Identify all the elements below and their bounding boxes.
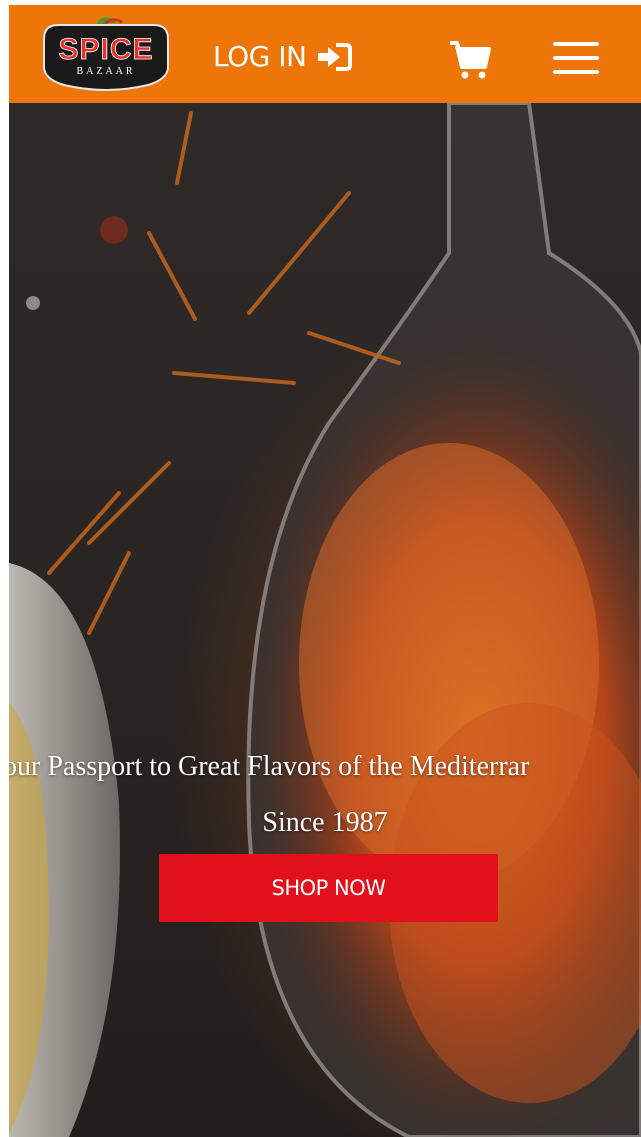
hamburger-menu-icon[interactable] — [553, 40, 599, 76]
logo-word: SPICE — [58, 33, 153, 66]
tagline-container: our Passport to Great Flavors of the Med… — [9, 751, 641, 791]
shopping-cart-icon[interactable] — [448, 40, 492, 80]
hero-banner: our Passport to Great Flavors of the Med… — [9, 103, 641, 1137]
top-nav-bar: SPICE BAZAAR LOG IN — [9, 5, 641, 103]
hero-since-text: Since 1987 — [262, 807, 388, 838]
shop-now-button[interactable]: SHOP NOW — [159, 854, 498, 922]
login-label: LOG IN — [213, 40, 307, 73]
spice-bazaar-logo[interactable]: SPICE BAZAAR — [38, 13, 174, 93]
hero-tagline: our Passport to Great Flavors of the Med… — [9, 751, 530, 782]
login-link[interactable]: LOG IN — [213, 39, 353, 75]
logo-subword: BAZAAR — [76, 66, 135, 77]
hero-background-image — [9, 103, 641, 1137]
sign-in-icon — [318, 43, 353, 71]
page: SPICE BAZAAR LOG IN our Passport to Grea… — [9, 5, 641, 1137]
